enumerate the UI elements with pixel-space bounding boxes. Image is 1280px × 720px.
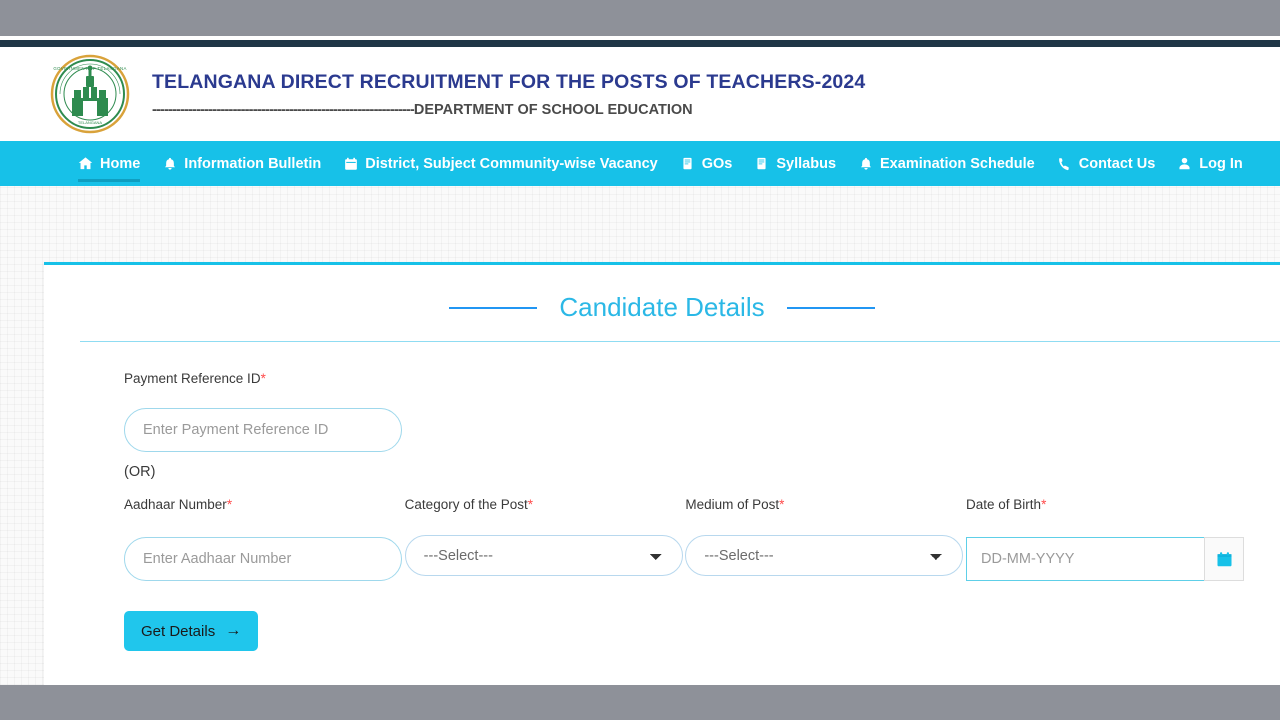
calendar-icon [343,156,358,171]
nav-item-information-bulletin-label: Information Bulletin [184,155,322,172]
calendar-icon [1216,551,1233,568]
site-header: GOVERNMENT OF TELANGANA TELANGANA TELANG… [0,47,1280,141]
header-text-block: TELANGANA DIRECT RECRUITMENT FOR THE POS… [152,71,865,118]
nav-item-information-bulletin[interactable]: Information Bulletin [151,141,332,186]
payment-reference-row: Payment Reference ID* [80,371,1244,452]
nav-item-syllabus[interactable]: Syllabus [743,141,847,186]
category-label-text: Category of the Post [404,497,528,512]
svg-text:TELANGANA: TELANGANA [78,120,103,125]
dob-label-text: Date of Birth [966,497,1042,512]
payment-reference-label-text: Payment Reference ID [124,371,261,386]
nav-item-log-in[interactable]: Log In [1166,141,1254,186]
title-divider [80,341,1280,342]
date-picker-button[interactable] [1204,537,1245,581]
category-field-group: Category of the Post* ---Select--- [404,497,686,581]
identity-row: Aadhaar Number* Category of the Post* --… [80,497,1245,581]
title-rule-left [449,306,538,309]
aadhaar-label-text: Aadhaar Number [124,497,227,512]
nav-item-examination-schedule-label: Examination Schedule [880,155,1035,172]
category-required: * [527,497,534,512]
nav-item-gos-label: GOs [701,155,733,172]
main-navigation: Home Information Bulletin District, Subj… [0,141,1280,186]
aadhaar-field-group: Aadhaar Number* [124,497,405,581]
bell-icon [858,156,873,171]
nav-item-vacancy-label: District, Subject Community-wise Vacancy [365,155,658,172]
svg-text:GOVERNMENT OF TELANGANA: GOVERNMENT OF TELANGANA [53,66,126,71]
or-separator: (OR) [124,464,156,480]
browser-bottom-chrome [0,685,1280,720]
category-control-wrap: ---Select--- [404,535,686,576]
category-of-post-select[interactable]: ---Select--- [404,535,683,576]
aadhaar-input[interactable] [124,537,402,581]
nav-item-log-in-label: Log In [1199,155,1243,172]
get-details-button[interactable]: Get Details → [124,611,259,651]
home-icon [78,156,93,171]
medium-label: Medium of Post* [685,497,966,512]
medium-control-wrap: ---Select--- [685,535,966,576]
site-subtitle: DEPARTMENT OF SCHOOL EDUCATION [413,101,693,118]
card-title-row: Candidate Details [44,265,1280,323]
aadhaar-required: * [226,497,233,512]
book-icon [754,156,769,171]
arrow-right-icon: → [225,622,242,639]
medium-field-group: Medium of Post* ---Select--- [685,497,966,581]
nav-item-syllabus-label: Syllabus [776,155,837,172]
telangana-emblem-icon: GOVERNMENT OF TELANGANA TELANGANA [50,54,130,134]
medium-required: * [779,497,785,512]
medium-of-post-select[interactable]: ---Select--- [685,535,964,576]
subtitle-dashes: ----------------------------------------… [152,101,415,118]
payment-reference-required: * [260,371,266,386]
get-details-label: Get Details [141,622,216,640]
date-of-birth-input[interactable] [966,537,1205,581]
page-viewport: GOVERNMENT OF TELANGANA TELANGANA TELANG… [0,47,1280,685]
aadhaar-control-wrap [124,537,405,581]
nav-item-contact-us-label: Contact Us [1078,155,1156,172]
dob-label: Date of Birth* [966,497,1244,512]
phone-icon [1057,156,1072,171]
dob-control-wrap [966,537,1245,581]
site-subtitle-row: ----------------------------------------… [152,102,865,118]
nav-item-vacancy[interactable]: District, Subject Community-wise Vacancy [332,141,669,186]
book-icon [680,156,695,171]
nav-item-home-label: Home [100,155,141,172]
site-title: TELANGANA DIRECT RECRUITMENT FOR THE POS… [152,70,866,93]
browser-top-chrome [0,0,1280,36]
dob-field-group: Date of Birth* [966,497,1245,581]
payment-reference-label: Payment Reference ID* [124,371,1244,386]
navy-accent-bar [0,40,1280,47]
title-rule-right [786,306,875,309]
medium-label-text: Medium of Post [685,497,780,512]
nav-item-contact-us[interactable]: Contact Us [1046,141,1167,186]
payment-reference-input[interactable] [124,408,402,452]
dob-required: * [1041,497,1047,512]
user-icon [1177,156,1192,171]
aadhaar-label: Aadhaar Number* [124,497,405,512]
submit-row: Get Details → [80,611,1244,685]
candidate-details-card: Candidate Details Payment Reference ID* … [44,262,1280,685]
category-label: Category of the Post* [405,497,686,512]
date-of-birth-group [966,537,1245,581]
nav-item-home[interactable]: Home [78,141,151,186]
candidate-details-form: Payment Reference ID* (OR) Aadhaar Numbe… [44,371,1280,685]
nav-item-examination-schedule[interactable]: Examination Schedule [847,141,1046,186]
nav-item-gos[interactable]: GOs [669,141,744,186]
bell-icon [162,156,177,171]
page-title: Candidate Details [559,292,765,322]
